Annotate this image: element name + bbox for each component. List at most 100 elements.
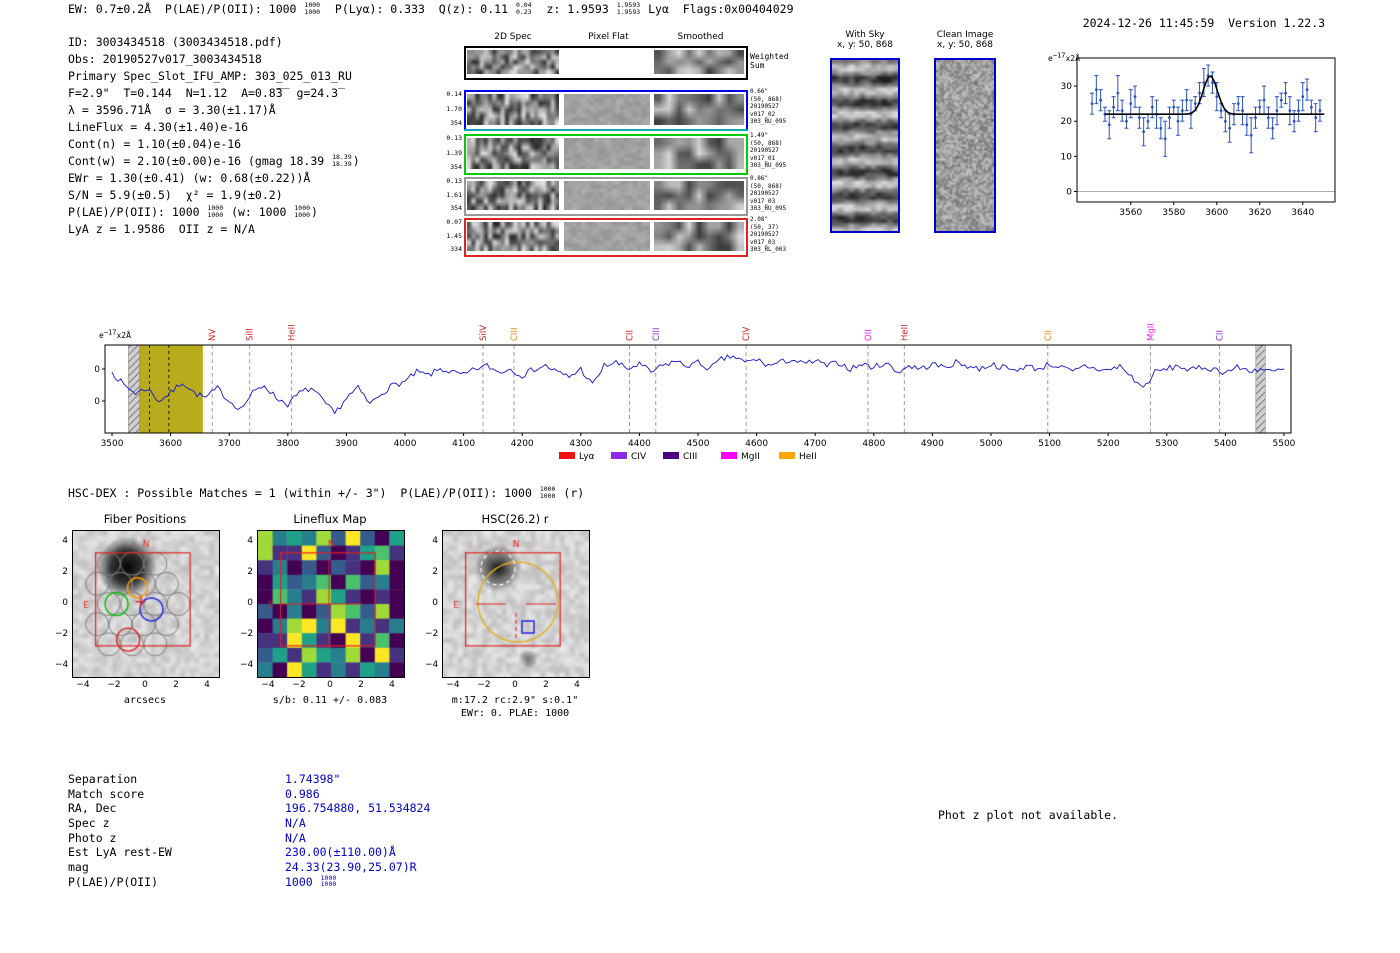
spec2d-row-left-values: 0.14 1.70 354 bbox=[446, 90, 462, 127]
x-tick-label: −2 bbox=[477, 680, 491, 690]
svg-text:4700: 4700 bbox=[804, 439, 827, 449]
svg-text:4100: 4100 bbox=[452, 439, 475, 449]
match-row: Match score 0.986 bbox=[68, 787, 430, 802]
hsc-dex-line: HSC-DEX : Possible Matches = 1 (within +… bbox=[68, 485, 585, 500]
match-row-value: 0.986 bbox=[285, 786, 320, 801]
spec2d-row-left-values: 0.13 1.61 354 bbox=[446, 177, 462, 212]
y-tick-label: −2 bbox=[55, 629, 69, 639]
svg-text:5000: 5000 bbox=[980, 439, 1003, 449]
match-row: Separation 1.74398" bbox=[68, 772, 430, 787]
match-row-value: 1000 1000 1000 bbox=[285, 873, 337, 889]
svg-text:MgII: MgII bbox=[741, 452, 760, 462]
svg-text:4000: 4000 bbox=[394, 439, 417, 449]
svg-text:5100: 5100 bbox=[1038, 439, 1061, 449]
svg-text:CIII: CIII bbox=[652, 328, 662, 341]
svg-text:CIV: CIV bbox=[742, 327, 752, 341]
lineflux-map-panel: Lineflux Map −4 −4 −2 −2 0 0 2 2 4 4 s/b: 0.11 +/-… bbox=[240, 512, 435, 727]
svg-text:SiIV: SiIV bbox=[479, 325, 489, 341]
x-tick-label: 4 bbox=[204, 680, 210, 690]
svg-text:5400: 5400 bbox=[1214, 439, 1237, 449]
info-line: P(LAE)/P(OII): 1000 1000 1000 (w: 1000 10… bbox=[68, 204, 318, 219]
cutout-caption: m:17.2 rc:2.9" s:0.1" bbox=[451, 695, 579, 706]
svg-text:10: 10 bbox=[1061, 152, 1073, 162]
cutout-caption: arcsecs bbox=[123, 695, 167, 706]
spec2d-row-left-values: 0.13 1.39 354 bbox=[446, 134, 462, 171]
fiber-positions-image bbox=[72, 530, 220, 678]
svg-text:CII: CII bbox=[625, 330, 635, 341]
match-row: Spec z N/A bbox=[68, 816, 430, 831]
full-spectrum-plot: NV SiII HeII SiIV CIII CII CIII CIV OII HeII CII Mg… bbox=[95, 323, 1296, 462]
smoothed-image bbox=[654, 94, 744, 125]
svg-text:MgII: MgII bbox=[1146, 323, 1156, 341]
svg-text:3560: 3560 bbox=[1119, 208, 1142, 218]
x-tick-label: 0 bbox=[327, 680, 333, 690]
spectrum-units-label: e−17x2Å bbox=[99, 328, 131, 340]
svg-text:3600: 3600 bbox=[159, 439, 182, 449]
svg-text:5500: 5500 bbox=[1273, 439, 1296, 449]
smoothed-image bbox=[654, 50, 744, 74]
match-row-label: Est LyA rest-EW bbox=[68, 845, 172, 860]
pixelflat-image bbox=[564, 94, 650, 125]
x-tick-label: 2 bbox=[543, 680, 549, 690]
version: Version 1.22.3 bbox=[1228, 16, 1326, 30]
svg-text:CIII: CIII bbox=[510, 328, 520, 341]
stacked-fraction: 1000 1000 bbox=[539, 485, 556, 500]
svg-text:4300: 4300 bbox=[569, 439, 592, 449]
match-row-value: N/A bbox=[285, 816, 306, 831]
spec2d-row bbox=[464, 177, 748, 216]
info-line: EWr = 1.30(±0.41) (w: 0.68(±0.22))Å bbox=[68, 171, 311, 185]
match-row-label: Separation bbox=[68, 772, 138, 786]
hsc-cutout-title: HSC(26.2) r bbox=[481, 512, 549, 526]
y-tick-label: 2 bbox=[432, 567, 438, 577]
svg-text:0: 0 bbox=[1066, 187, 1072, 197]
svg-text:20: 20 bbox=[1061, 117, 1073, 127]
spec2d-col-header-smoothed: Smoothed bbox=[677, 32, 724, 42]
svg-text:4200: 4200 bbox=[511, 439, 534, 449]
x-tick-label: 2 bbox=[173, 680, 179, 690]
hsc-cutout-panel: HSC(26.2) r −4 −4 −2 −2 0 0 2 2 4 4 m:17.2 rc:2.9"… bbox=[425, 512, 620, 727]
svg-text:3800: 3800 bbox=[276, 439, 299, 449]
match-row: P(LAE)/P(OII) 1000 1000 1000 bbox=[68, 875, 430, 890]
match-row: Est LyA rest-EW 230.00(±110.00)Å bbox=[68, 845, 430, 860]
spec2d-image bbox=[467, 94, 559, 125]
svg-text:4400: 4400 bbox=[628, 439, 651, 449]
fiber-positions-title: Fiber Positions bbox=[103, 512, 187, 526]
pixelflat-image bbox=[564, 222, 650, 251]
match-row-label: mag bbox=[68, 860, 89, 875]
y-tick-label: 0 bbox=[62, 598, 68, 608]
spec2d-row bbox=[464, 134, 748, 175]
x-tick-label: 0 bbox=[142, 680, 148, 690]
svg-text:3620: 3620 bbox=[1248, 208, 1271, 218]
stacked-fraction: 1.9593 1.9593 bbox=[616, 1, 641, 16]
info-line: LineFlux = 4.30(±1.40)e-16 bbox=[68, 120, 249, 134]
x-tick-label: −2 bbox=[292, 680, 306, 690]
svg-text:CIV: CIV bbox=[631, 452, 647, 462]
svg-text:4800: 4800 bbox=[862, 439, 885, 449]
info-line: Cont(w) = 2.10(±0.00)e-16 (gmag 18.39 18… bbox=[68, 153, 360, 168]
y-tick-label: 2 bbox=[62, 567, 68, 577]
with-sky-panel bbox=[830, 58, 900, 233]
cutout-caption: EWr: 0. PLAE: 1000 bbox=[460, 708, 570, 719]
summary-line: EW: 0.7±0.2Å P(LAE)/P(OII): 1000 1000 100… bbox=[68, 1, 794, 16]
spec2d-row-annotation: 1.49" (50, 868) 20190527 v017_01 303_RU_095 bbox=[750, 132, 787, 170]
match-row-label: P(LAE)/P(OII) bbox=[68, 874, 159, 889]
stacked-fraction: 1000 1000 bbox=[320, 873, 337, 889]
spec2d-image bbox=[467, 50, 559, 74]
clean-image-title: Clean Image x, y: 50, 868 bbox=[936, 30, 994, 50]
smoothed-image bbox=[654, 222, 744, 251]
svg-text:3500: 3500 bbox=[101, 439, 124, 449]
x-tick-label: 0 bbox=[512, 680, 518, 690]
info-line: λ = 3596.71Å σ = 3.30(±1.17)Å bbox=[68, 103, 276, 117]
spec2d-image bbox=[467, 181, 559, 210]
svg-text:CII: CII bbox=[1216, 330, 1226, 341]
svg-text:CII: CII bbox=[1044, 330, 1054, 341]
y-tick-label: −2 bbox=[240, 629, 254, 639]
timestamp-version: 2024-12-26 11:45:59 Version 1.22.3 bbox=[1055, 2, 1325, 44]
svg-text:HeII: HeII bbox=[287, 324, 297, 341]
info-line: ID: 3003434518 (3003434518.pdf) bbox=[68, 35, 283, 49]
spec2d-row-annotation: Weighted Sum bbox=[750, 52, 789, 70]
info-line: F=2.9" T=0.144 N=1.12 A=0.8̅3̅ g=24.3̅ bbox=[68, 86, 339, 100]
stacked-fraction: 1000 1000 bbox=[207, 204, 224, 219]
y-tick-label: 4 bbox=[247, 536, 253, 546]
svg-text:3900: 3900 bbox=[335, 439, 358, 449]
